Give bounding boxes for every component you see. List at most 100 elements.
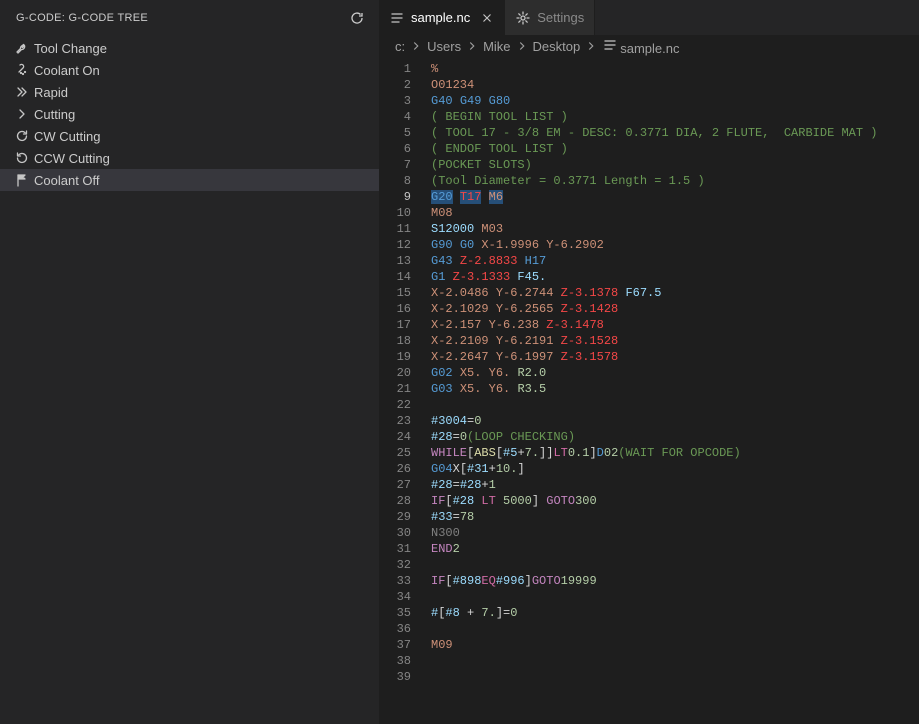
tree-item-cw-cutting[interactable]: CW Cutting: [0, 125, 379, 147]
tree-item-coolant-on[interactable]: Coolant On: [0, 59, 379, 81]
code-line[interactable]: G90 G0 X-1.9996 Y-6.2902: [431, 237, 919, 253]
tree-item-label: Tool Change: [34, 41, 107, 56]
code-line[interactable]: S12000 M03: [431, 221, 919, 237]
line-number: 20: [379, 365, 411, 381]
code-line[interactable]: G20 T17 M6: [431, 189, 919, 205]
tree-item-rapid[interactable]: Rapid: [0, 81, 379, 103]
code-line[interactable]: M09: [431, 637, 919, 653]
line-number: 11: [379, 221, 411, 237]
code-line[interactable]: [431, 669, 919, 685]
line-number: 2: [379, 77, 411, 93]
line-number: 26: [379, 461, 411, 477]
chevron-right-icon: [465, 39, 479, 53]
crumb[interactable]: Mike: [483, 39, 510, 54]
code-line[interactable]: #3004=0: [431, 413, 919, 429]
crumb-label: c:: [395, 39, 405, 54]
code-line[interactable]: #28=0(LOOP CHECKING): [431, 429, 919, 445]
code-line[interactable]: N300: [431, 525, 919, 541]
tab-label: Settings: [537, 10, 584, 25]
line-number: 21: [379, 381, 411, 397]
chevron-right-icon: [515, 39, 529, 53]
sidebar-title: G-CODE: G-CODE TREE: [16, 12, 148, 24]
code-line[interactable]: [431, 557, 919, 573]
line-number: 17: [379, 317, 411, 333]
code-line[interactable]: [431, 397, 919, 413]
code-line[interactable]: X-2.157 Y-6.238 Z-3.1478: [431, 317, 919, 333]
code-line[interactable]: IF[#28 LT 5000] GOTO300: [431, 493, 919, 509]
refresh-icon[interactable]: [349, 10, 365, 26]
code-line[interactable]: ( ENDOF TOOL LIST ): [431, 141, 919, 157]
line-number: 28: [379, 493, 411, 509]
dbl-chevron-right-icon: [12, 84, 32, 100]
line-number: 25: [379, 445, 411, 461]
flag-icon: [12, 172, 32, 188]
tabs: sample.nc Settings: [379, 0, 919, 35]
code-line[interactable]: IF[#898EQ#996]GOTO19999: [431, 573, 919, 589]
code-line[interactable]: G03 X5. Y6. R3.5: [431, 381, 919, 397]
line-number: 23: [379, 413, 411, 429]
code-line[interactable]: [431, 621, 919, 637]
tree-item-cutting[interactable]: Cutting: [0, 103, 379, 125]
line-number: 15: [379, 285, 411, 301]
code-line[interactable]: G43 Z-2.8833 H17: [431, 253, 919, 269]
code-line[interactable]: G1 Z-3.1333 F45.: [431, 269, 919, 285]
sidebar: G-CODE: G-CODE TREE Tool Change Coolant O…: [0, 0, 379, 724]
line-number: 18: [379, 333, 411, 349]
tree-item-tool-change[interactable]: Tool Change: [0, 37, 379, 59]
rotate-ccw-icon: [12, 150, 32, 166]
line-number: 9: [379, 189, 411, 205]
line-number: 4: [379, 109, 411, 125]
code-line[interactable]: [431, 653, 919, 669]
line-number: 6: [379, 141, 411, 157]
code-line[interactable]: M08: [431, 205, 919, 221]
crumb[interactable]: Desktop: [533, 39, 581, 54]
crumb[interactable]: Users: [427, 39, 461, 54]
tree-item-coolant-off[interactable]: Coolant Off: [0, 169, 379, 191]
line-number: 27: [379, 477, 411, 493]
code-line[interactable]: G02 X5. Y6. R2.0: [431, 365, 919, 381]
crumb[interactable]: c:: [395, 39, 405, 54]
code-line[interactable]: ( TOOL 17 - 3/8 EM - DESC: 0.3771 DIA, 2…: [431, 125, 919, 141]
code-line[interactable]: X-2.0486 Y-6.2744 Z-3.1378 F67.5: [431, 285, 919, 301]
crumb[interactable]: sample.nc: [602, 37, 679, 56]
code-line[interactable]: #33=78: [431, 509, 919, 525]
code-line[interactable]: %: [431, 61, 919, 77]
crumb-label: sample.nc: [620, 41, 679, 56]
code-line[interactable]: #28=#28+1: [431, 477, 919, 493]
line-number: 7: [379, 157, 411, 173]
line-number: 5: [379, 125, 411, 141]
line-number: 32: [379, 557, 411, 573]
line-number: 31: [379, 541, 411, 557]
code-line[interactable]: O01234: [431, 77, 919, 93]
chevron-right-icon: [584, 39, 598, 53]
code-line[interactable]: ( BEGIN TOOL LIST ): [431, 109, 919, 125]
code-line[interactable]: X-2.1029 Y-6.2565 Z-3.1428: [431, 301, 919, 317]
line-number: 37: [379, 637, 411, 653]
code-area[interactable]: %O01234G40 G49 G80( BEGIN TOOL LIST )( T…: [431, 61, 919, 685]
line-number: 24: [379, 429, 411, 445]
crumb-label: Desktop: [533, 39, 581, 54]
tree-item-label: Rapid: [34, 85, 68, 100]
code-line[interactable]: (POCKET SLOTS): [431, 157, 919, 173]
gear-icon: [515, 10, 531, 26]
code-line[interactable]: END2: [431, 541, 919, 557]
code-line[interactable]: X-2.2647 Y-6.1997 Z-3.1578: [431, 349, 919, 365]
line-number: 34: [379, 589, 411, 605]
code-line[interactable]: [431, 589, 919, 605]
code-line[interactable]: WHILE[ABS[#5+7.]]LT0.1]D02(WAIT FOR OPCO…: [431, 445, 919, 461]
crumb-label: Users: [427, 39, 461, 54]
close-icon[interactable]: [480, 11, 494, 25]
code-line[interactable]: X-2.2109 Y-6.2191 Z-3.1528: [431, 333, 919, 349]
tab-settings[interactable]: Settings: [505, 0, 595, 35]
editor[interactable]: 1234567891011121314151617181920212223242…: [379, 57, 919, 685]
code-line[interactable]: G04X[#31+10.]: [431, 461, 919, 477]
rotate-cw-icon: [12, 128, 32, 144]
tab-sample-nc[interactable]: sample.nc: [379, 0, 505, 35]
sidebar-header: G-CODE: G-CODE TREE: [0, 0, 379, 35]
tree-item-ccw-cutting[interactable]: CCW Cutting: [0, 147, 379, 169]
code-line[interactable]: (Tool Diameter = 0.3771 Length = 1.5 ): [431, 173, 919, 189]
code-line[interactable]: #[#8 + 7.]=0: [431, 605, 919, 621]
tree-item-label: Coolant On: [34, 63, 100, 78]
line-number: 35: [379, 605, 411, 621]
code-line[interactable]: G40 G49 G80: [431, 93, 919, 109]
